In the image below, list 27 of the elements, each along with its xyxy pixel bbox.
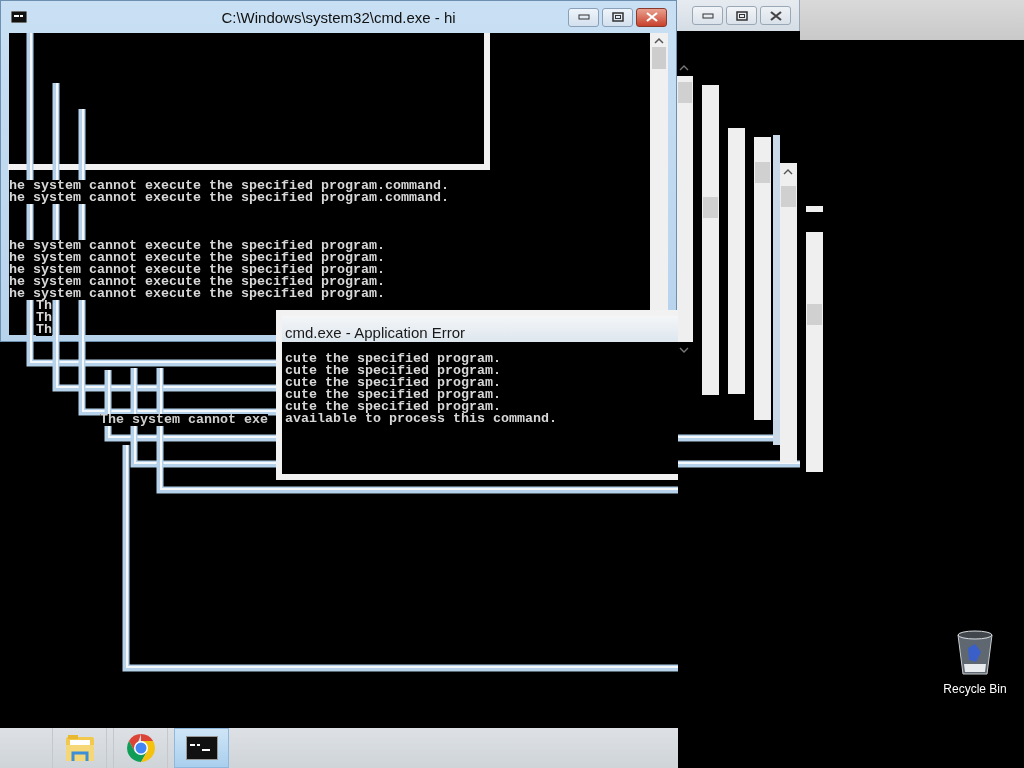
maximize-icon bbox=[611, 12, 624, 22]
console-icon bbox=[185, 736, 218, 760]
console-line: cute the specified program. bbox=[285, 353, 501, 365]
close-button[interactable] bbox=[760, 6, 791, 25]
folder-icon bbox=[63, 733, 96, 763]
close-button[interactable] bbox=[636, 7, 667, 27]
dialog-title: cmd.exe - Application Error bbox=[285, 324, 466, 342]
console-line: cute the specified program. bbox=[285, 401, 501, 413]
maximize-button[interactable] bbox=[726, 6, 757, 25]
recycle-bin-icon bbox=[955, 630, 995, 676]
window-title: C:\Windows\system32\cmd.exe - hi bbox=[221, 9, 456, 26]
maximize-button[interactable] bbox=[602, 7, 633, 27]
close-icon bbox=[769, 10, 782, 21]
console-line: cute the specified program. bbox=[285, 365, 501, 377]
minimize-icon bbox=[701, 12, 714, 19]
console-line: cute the specified program. bbox=[285, 377, 501, 389]
scroll-thumb[interactable] bbox=[652, 47, 666, 69]
minimize-icon bbox=[577, 14, 590, 20]
browser-icon bbox=[124, 732, 157, 764]
console-line: available to process this command. bbox=[285, 413, 557, 425]
maximize-icon bbox=[735, 10, 748, 21]
close-icon bbox=[645, 12, 658, 22]
console-icon bbox=[11, 11, 27, 23]
taskbar-button[interactable] bbox=[174, 728, 229, 768]
console-line: cute the specified program. bbox=[285, 389, 501, 401]
scroll-up-icon[interactable] bbox=[654, 37, 664, 45]
desktop-icon[interactable]: Recycle Bin bbox=[943, 630, 1007, 696]
